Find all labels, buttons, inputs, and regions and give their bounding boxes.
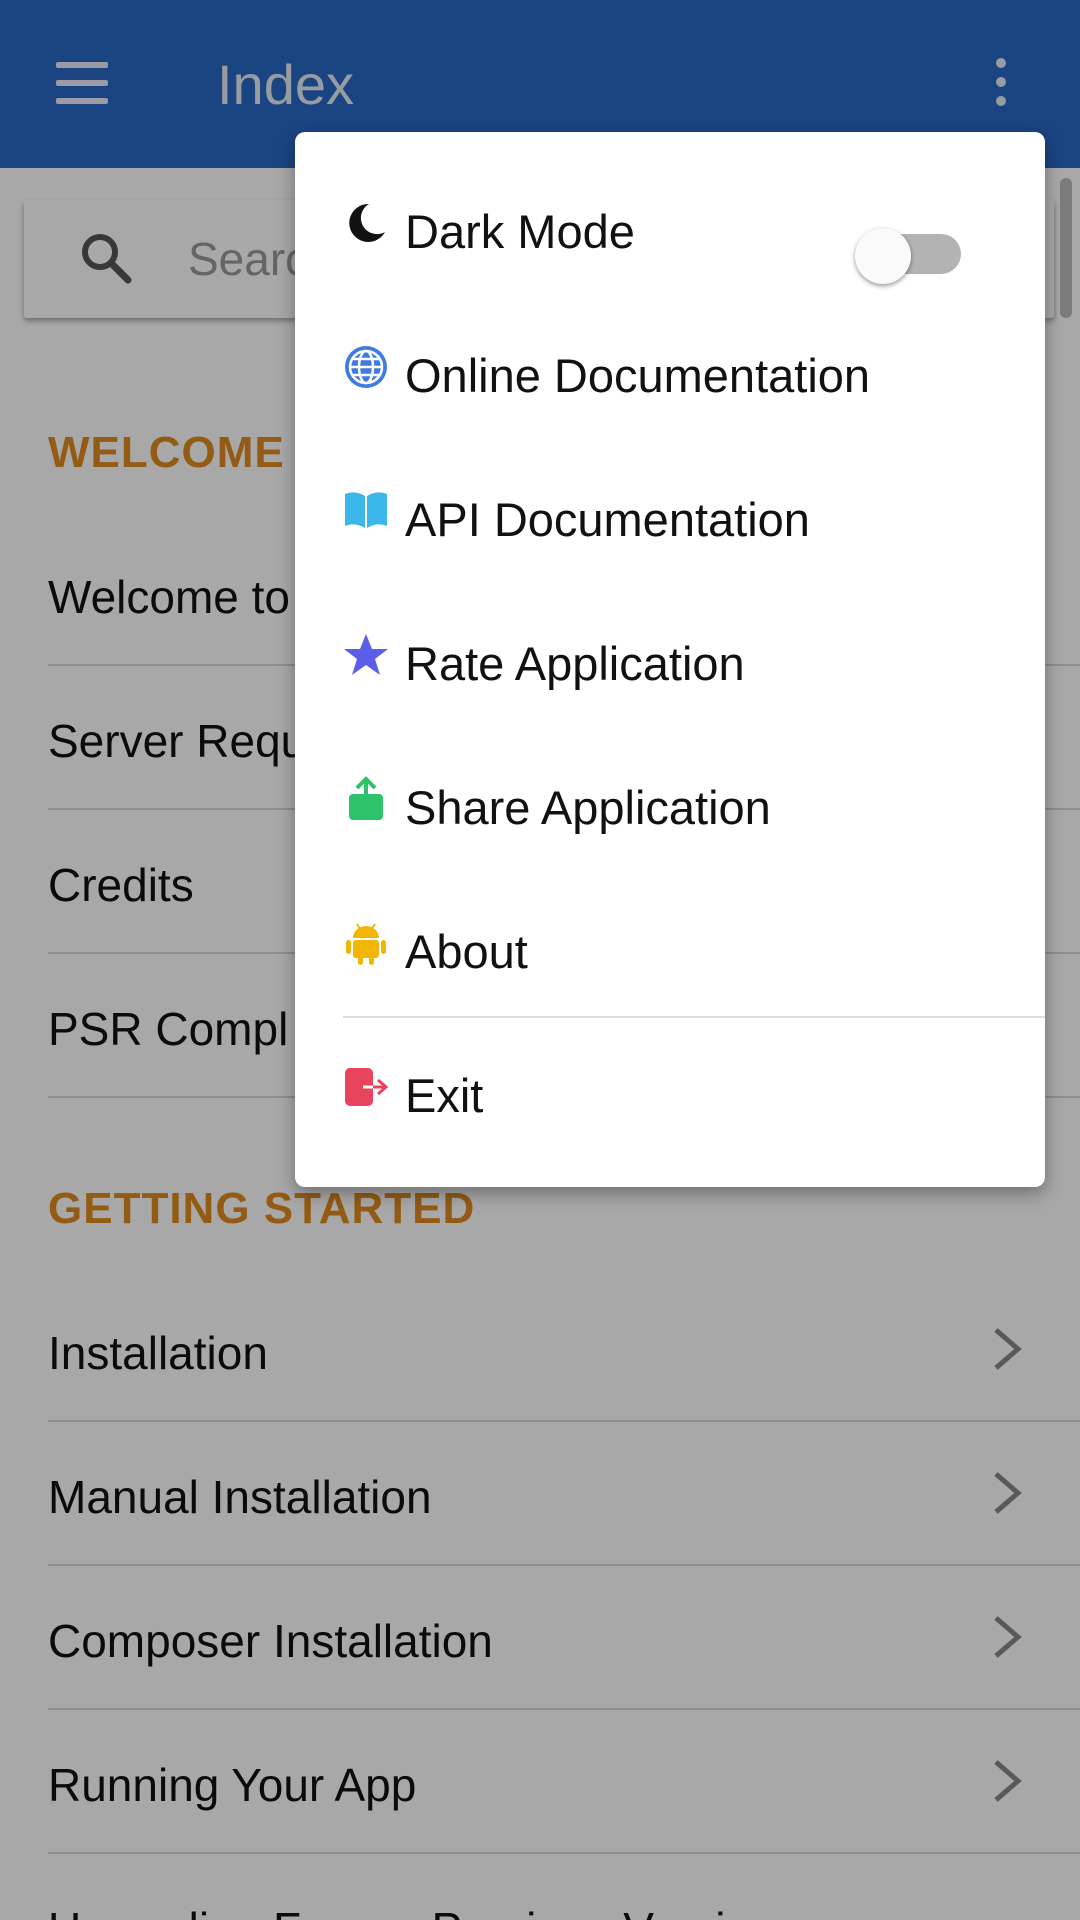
share-icon xyxy=(349,776,383,820)
book-icon xyxy=(345,492,387,528)
menu-item-rate-application[interactable]: Rate Application xyxy=(295,588,1045,732)
moon-icon xyxy=(349,203,385,242)
star-icon xyxy=(344,634,388,675)
menu-item-dark-mode[interactable]: Dark Mode xyxy=(295,156,1045,300)
menu-item-online-documentation[interactable]: Online Documentation xyxy=(295,300,1045,444)
menu-item-label: Share Application xyxy=(405,781,771,834)
globe-icon xyxy=(345,346,387,388)
menu-item-api-documentation[interactable]: API Documentation xyxy=(295,444,1045,588)
dark-mode-toggle[interactable] xyxy=(855,228,961,284)
menu-item-label: About xyxy=(405,925,528,978)
menu-item-label: Exit xyxy=(405,1069,484,1122)
menu-item-label: Online Documentation xyxy=(405,349,871,402)
android-icon xyxy=(346,923,386,965)
menu-divider xyxy=(343,1016,1045,1018)
menu-item-label: Dark Mode xyxy=(405,205,635,258)
menu-item-label: Rate Application xyxy=(405,637,745,690)
menu-item-about[interactable]: About xyxy=(295,876,1045,1020)
exit-icon xyxy=(345,1068,389,1106)
menu-item-share-application[interactable]: Share Application xyxy=(295,732,1045,876)
options-menu: Dark Mode Online Documentation API Docum… xyxy=(295,132,1045,1187)
menu-item-exit[interactable]: Exit xyxy=(295,1020,1045,1164)
menu-item-label: API Documentation xyxy=(405,493,810,546)
